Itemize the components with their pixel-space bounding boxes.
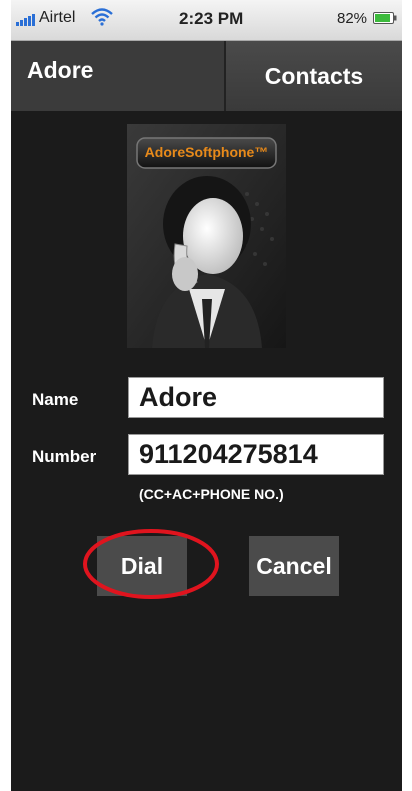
number-format-hint: (CC+AC+PHONE NO.) xyxy=(139,486,284,502)
clock-time: 2:23 PM xyxy=(179,9,244,28)
contacts-button[interactable]: Contacts xyxy=(226,41,402,111)
app-logo: AdoreSoftphone™ xyxy=(127,124,286,348)
dial-button[interactable]: Dial xyxy=(97,536,187,596)
cancel-button[interactable]: Cancel xyxy=(249,536,339,596)
app-header: Adore Contacts xyxy=(11,41,402,111)
wifi-icon xyxy=(91,8,113,26)
number-label: Number xyxy=(32,447,97,466)
battery-percent: 82% xyxy=(337,10,368,27)
logo-brand-text: AdoreSoftphone™ xyxy=(144,144,269,160)
battery-icon xyxy=(373,12,397,24)
number-field[interactable]: 911204275814 xyxy=(128,434,384,475)
name-field[interactable]: Adore xyxy=(128,377,384,418)
page-title: Adore xyxy=(27,57,94,83)
phone-screen: Airtel 2:23 PM 82% Adore Contacts AdoreS… xyxy=(11,0,402,791)
signal-bars-icon xyxy=(16,14,35,26)
status-bar: Airtel 2:23 PM 82% xyxy=(11,0,402,41)
name-label: Name xyxy=(32,390,79,409)
carrier-name: Airtel xyxy=(39,9,76,26)
